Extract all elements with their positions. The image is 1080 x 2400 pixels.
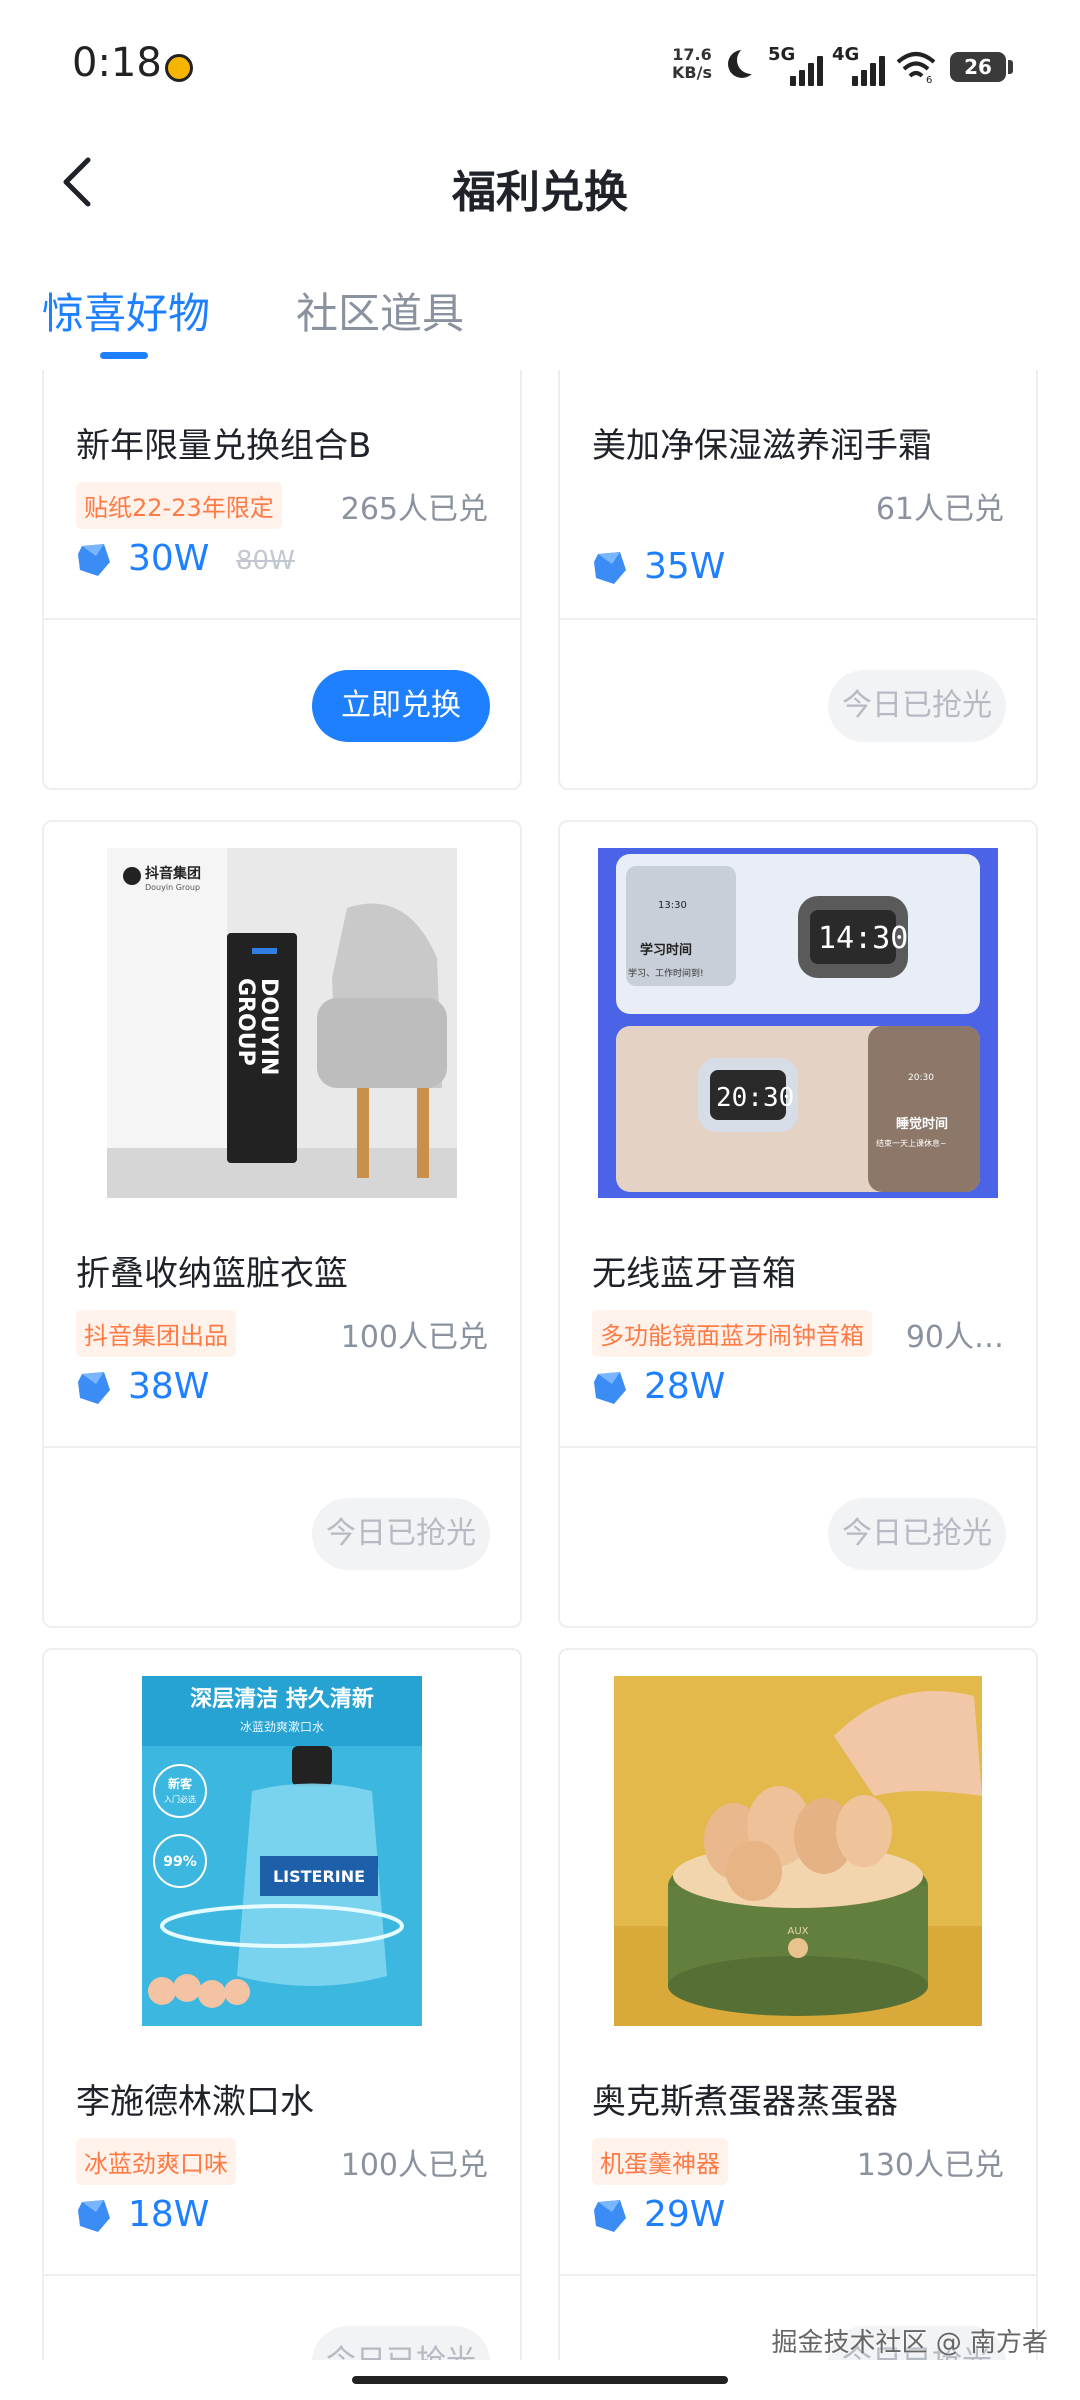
tab-bar: 惊喜好物 社区道具 <box>0 260 1080 370</box>
page-title: 福利兑换 <box>452 167 628 218</box>
net-speed-value: 17.6 <box>672 45 712 64</box>
product-image-laundry-basket: DOUYIN GROUP 抖音集团 Douyin Group <box>107 848 457 1198</box>
product-tag: 抖音集团出品 <box>76 1310 236 1357</box>
svg-text:睡觉时间: 睡觉时间 <box>896 1116 948 1132</box>
product-card[interactable]: 深层清洁 持久清新 冰蓝劲爽漱口水 新客 入门必选 99% LISTERINE … <box>42 1648 522 2360</box>
card-divider <box>44 1446 520 1448</box>
sold-out-button: 今日已抢光 <box>312 1498 490 1570</box>
svg-text:深层清洁 持久清新: 深层清洁 持久清新 <box>190 1686 374 1712</box>
ore-gem-icon <box>594 2200 626 2232</box>
svg-text:抖音集团: 抖音集团 <box>145 865 201 882</box>
price-value: 38W <box>128 1366 210 1407</box>
exchange-count: 90人… <box>905 1320 1004 1355</box>
sold-out-button: 今日已抢光 <box>828 670 1006 742</box>
product-card[interactable]: 新年限量兑换组合B 贴纸22-23年限定 265人已兑 30W 80W 立即兑换 <box>42 370 522 790</box>
price-value: 29W <box>644 2194 726 2235</box>
product-image-mouthwash: 深层清洁 持久清新 冰蓝劲爽漱口水 新客 入门必选 99% LISTERINE <box>142 1676 422 2026</box>
svg-text:结束一天上课休息~: 结束一天上课休息~ <box>876 1138 947 1148</box>
product-card[interactable]: 美加净保湿滋养润手霜 61人已兑 35W 今日已抢光 <box>558 370 1038 790</box>
net-speed: 17.6 KB/s <box>672 46 712 82</box>
svg-text:新客: 新客 <box>168 1776 193 1791</box>
product-card[interactable]: 学习时间 学习、工作时间到! 13:30 14:30 20:30 睡觉时间 结束… <box>558 820 1038 1628</box>
price-value: 18W <box>128 2194 210 2235</box>
product-name: 奥克斯煮蛋器蒸蛋器 <box>592 2082 898 2122</box>
svg-text:6: 6 <box>926 75 932 84</box>
svg-text:学习、工作时间到!: 学习、工作时间到! <box>628 967 704 979</box>
ore-gem-icon <box>78 1372 110 1404</box>
product-name: 李施德林漱口水 <box>76 2082 314 2122</box>
wifi-icon: 6 <box>896 52 936 84</box>
battery-tip <box>1008 60 1013 74</box>
signal-5g-icon <box>790 52 830 86</box>
battery-icon: 26 <box>950 52 1006 82</box>
svg-text:20:30: 20:30 <box>908 1073 934 1083</box>
exchange-count: 265人已兑 <box>340 492 488 527</box>
sold-out-button: 今日已抢光 <box>828 1498 1006 1570</box>
ore-gem-icon <box>78 544 110 576</box>
do-not-disturb-icon <box>728 46 765 78</box>
product-card[interactable]: DOUYIN GROUP 抖音集团 Douyin Group 折叠收纳篮脏衣篮 … <box>42 820 522 1628</box>
card-divider <box>44 2274 520 2276</box>
qq-notification-icon <box>165 54 193 82</box>
card-divider <box>560 1446 1036 1448</box>
ore-gem-icon <box>594 1372 626 1404</box>
product-name: 无线蓝牙音箱 <box>592 1254 796 1294</box>
product-tag: 多功能镜面蓝牙闹钟音箱 <box>592 1310 872 1357</box>
svg-text:AUX: AUX <box>787 1926 808 1937</box>
price-value: 35W <box>644 546 726 587</box>
svg-text:GROUP: GROUP <box>233 978 258 1066</box>
product-name: 美加净保湿滋养润手霜 <box>592 426 932 466</box>
signal-4g-icon <box>852 52 892 86</box>
svg-text:入门必选: 入门必选 <box>164 1794 196 1804</box>
tab-community-props[interactable]: 社区道具 <box>296 280 464 341</box>
price-value: 28W <box>644 1366 726 1407</box>
ore-gem-icon <box>594 552 626 584</box>
net-speed-unit: KB/s <box>672 63 712 82</box>
svg-text:99%: 99% <box>163 1854 197 1870</box>
exchange-count: 100人已兑 <box>340 2148 488 2183</box>
redeem-button[interactable]: 立即兑换 <box>312 670 490 742</box>
svg-text:Douyin Group: Douyin Group <box>145 883 200 892</box>
svg-text:DOUYIN: DOUYIN <box>256 978 281 1075</box>
nav-header: 福利兑换 <box>0 120 1080 250</box>
exchange-count: 61人已兑 <box>875 492 1004 527</box>
svg-text:13:30: 13:30 <box>658 900 687 911</box>
svg-text:14:30: 14:30 <box>818 921 908 956</box>
card-divider <box>560 2274 1036 2276</box>
svg-text:学习时间: 学习时间 <box>640 942 692 958</box>
tab-indicator <box>100 352 148 359</box>
exchange-count: 100人已兑 <box>340 1320 488 1355</box>
exchange-count: 130人已兑 <box>856 2148 1004 2183</box>
sold-out-button: 今日已抢光 <box>312 2326 490 2360</box>
status-time: 0:18 <box>72 40 162 86</box>
svg-text:20:30: 20:30 <box>716 1083 794 1113</box>
product-tag: 冰蓝劲爽口味 <box>76 2138 236 2185</box>
product-grid[interactable]: 新年限量兑换组合B 贴纸22-23年限定 265人已兑 30W 80W 立即兑换… <box>0 370 1080 2360</box>
product-name: 折叠收纳篮脏衣篮 <box>76 1254 348 1294</box>
product-tag: 机蛋羹神器 <box>592 2138 728 2185</box>
home-indicator[interactable] <box>352 2376 728 2384</box>
product-name: 新年限量兑换组合B <box>76 426 372 466</box>
product-image-egg-cooker: AUX <box>614 1676 982 2026</box>
product-image-bluetooth-speaker: 学习时间 学习、工作时间到! 13:30 14:30 20:30 睡觉时间 结束… <box>598 848 998 1198</box>
svg-text:LISTERINE: LISTERINE <box>273 1867 365 1886</box>
price-value: 30W <box>128 538 210 579</box>
product-tag: 贴纸22-23年限定 <box>76 482 282 529</box>
card-divider <box>560 618 1036 620</box>
tab-surprise-goods[interactable]: 惊喜好物 <box>42 280 210 341</box>
watermark: 掘金技术社区 @ 南方者 <box>771 2328 1048 2358</box>
original-price: 80W <box>236 546 295 576</box>
product-card[interactable]: AUX 奥克斯煮蛋器蒸蛋器 机蛋羹神器 130人已兑 29W 今日已抢光 <box>558 1648 1038 2360</box>
card-divider <box>44 618 520 620</box>
svg-text:冰蓝劲爽漱口水: 冰蓝劲爽漱口水 <box>240 1720 324 1734</box>
ore-gem-icon <box>78 2200 110 2232</box>
status-bar: 0:18 17.6 KB/s 5G 4G 6 26 <box>0 0 1080 120</box>
